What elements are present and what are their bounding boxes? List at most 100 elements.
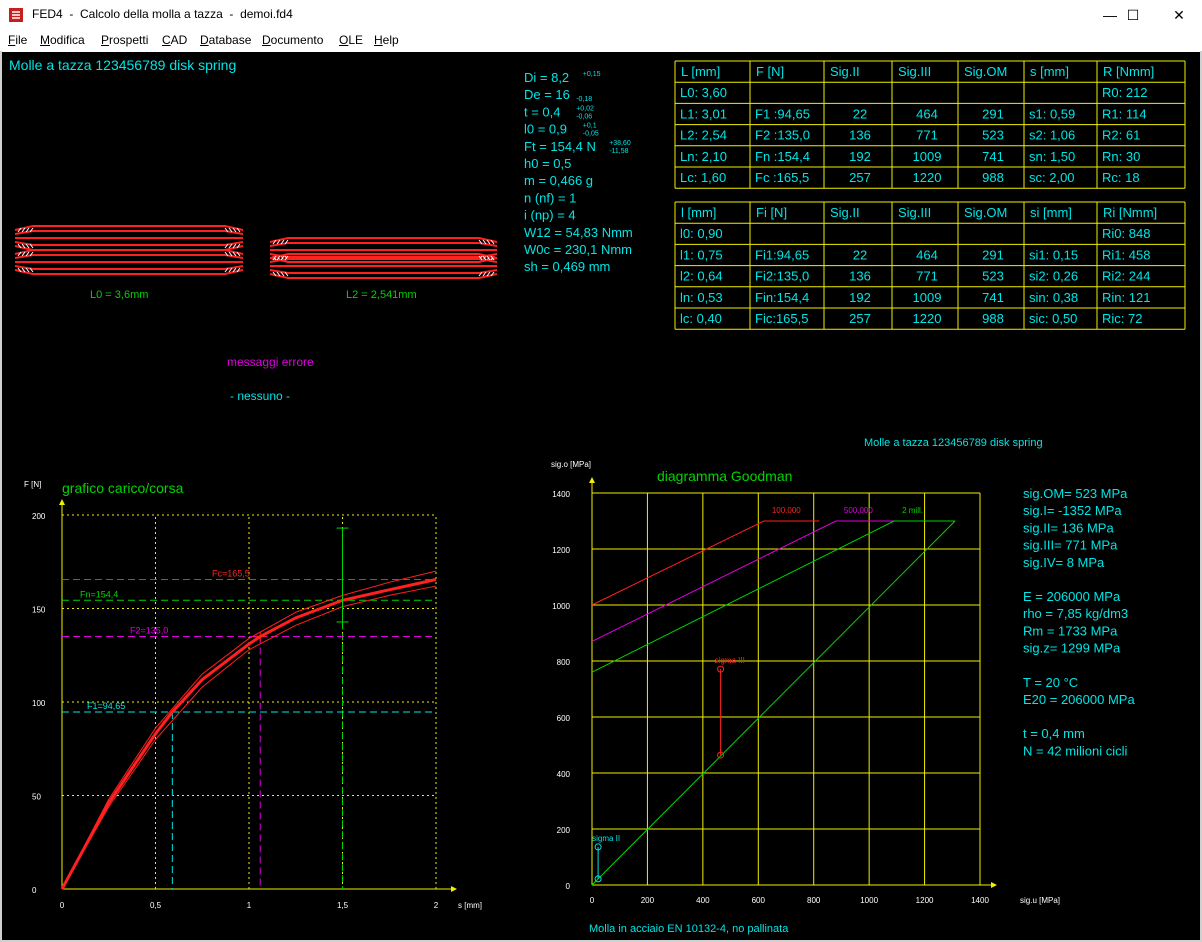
chart2-ytick-7: 1400 bbox=[552, 490, 570, 499]
table1-cell-3-4: 741 bbox=[982, 149, 1004, 164]
table1-cell-4-3: 1220 bbox=[913, 170, 942, 185]
table2-cell-2-0: l2: 0,64 bbox=[680, 269, 723, 284]
chart1-xtick-4: 2 bbox=[434, 901, 439, 910]
stack-l0-disk-0-edge-2 bbox=[14, 241, 244, 246]
table2-header-1: Fi [N] bbox=[756, 205, 787, 220]
stack-label-l0: L0 = 3,6mm bbox=[90, 289, 148, 301]
table2-cell-4-1: Fic:165,5 bbox=[755, 311, 808, 326]
chart1-xtick-3: 1,5 bbox=[337, 901, 349, 910]
menu-cad[interactable]: CAD bbox=[162, 33, 187, 47]
chart1-ytick-3: 150 bbox=[32, 606, 46, 615]
chart2-xtick-5: 1000 bbox=[860, 896, 878, 905]
side-info-2-1: E20 = 206000 MPa bbox=[1023, 692, 1135, 707]
table2-cell-2-5: si2: 0,26 bbox=[1029, 269, 1078, 284]
param-11: sh = 0,469 mm bbox=[524, 259, 610, 274]
table1-cell-4-6: Rc: 18 bbox=[1102, 170, 1140, 185]
table2-header-0: l [mm] bbox=[681, 205, 716, 220]
chart2-series-0 bbox=[591, 520, 820, 606]
chart2-series-3 bbox=[591, 520, 956, 886]
table2-cell-3-0: ln: 0,53 bbox=[680, 290, 723, 305]
table2-cell-1-6: Ri1: 458 bbox=[1102, 247, 1150, 262]
table1-cell-1-0: L1: 3,01 bbox=[680, 106, 727, 121]
window-title: FED4 - Calcolo della molla a tazza - dem… bbox=[32, 7, 293, 21]
param-3: l0 = 0,9 bbox=[524, 122, 567, 137]
table1-cell-1-5: s1: 0,59 bbox=[1029, 106, 1075, 121]
param-8: i (np) = 4 bbox=[524, 208, 576, 223]
menu-documento[interactable]: Documento bbox=[262, 33, 323, 47]
param-tol-dn-2: -0,06 bbox=[576, 113, 592, 120]
table2-header-2: Sig.II bbox=[830, 205, 860, 220]
chart2-xtick-2: 400 bbox=[696, 896, 710, 905]
param-2: t = 0,4 bbox=[524, 104, 561, 119]
chart1-ytick-1: 50 bbox=[32, 793, 41, 802]
menu-modifica[interactable]: Modifica bbox=[40, 33, 85, 47]
title-bar: FED4 - Calcolo della molla a tazza - dem… bbox=[0, 0, 1202, 30]
chart1-ylabel: F [N] bbox=[24, 480, 41, 489]
side-info-1-0: E = 206000 MPa bbox=[1023, 589, 1121, 604]
chart2-series-label-2: 2 mill. bbox=[902, 506, 923, 515]
table2-cell-3-2: 192 bbox=[849, 290, 871, 305]
table1-cell-2-6: R2: 61 bbox=[1102, 128, 1140, 143]
stack-l2-disk-0-edge-0 bbox=[269, 237, 498, 243]
table1-cell-2-4: 523 bbox=[982, 128, 1004, 143]
maximize-button[interactable]: ☐ bbox=[1110, 0, 1156, 30]
messages-text: - nessuno - bbox=[230, 389, 290, 403]
table2-cell-1-0: l1: 0,75 bbox=[680, 247, 723, 262]
table2-cell-1-5: si1: 0,15 bbox=[1029, 247, 1078, 262]
chart2-y-arrow bbox=[589, 477, 595, 483]
table1-header-3: Sig.III bbox=[898, 64, 931, 79]
table2-cell-2-2: 136 bbox=[849, 269, 871, 284]
table1-cell-2-5: s2: 1,06 bbox=[1029, 128, 1075, 143]
table1-cell-4-4: 988 bbox=[982, 170, 1004, 185]
menu-help[interactable]: Help bbox=[374, 33, 399, 47]
chart2-series-2 bbox=[591, 520, 956, 673]
table2-cell-4-2: 257 bbox=[849, 311, 871, 326]
side-info-3-1: N = 42 milioni cicli bbox=[1023, 743, 1128, 758]
table2-header-5: si [mm] bbox=[1030, 205, 1072, 220]
chart2-xtick-6: 1200 bbox=[916, 896, 934, 905]
param-1: De = 16 bbox=[524, 87, 570, 102]
table1-cell-3-1: Fn :154,4 bbox=[755, 149, 810, 164]
table1-cell-1-2: 22 bbox=[853, 106, 867, 121]
param-tol-up-3: +0,1 bbox=[583, 123, 597, 130]
chart2-xtick-3: 600 bbox=[752, 896, 766, 905]
chart2-xtick-0: 0 bbox=[590, 896, 595, 905]
chart2-title: diagramma Goodman bbox=[657, 468, 792, 484]
param-9: W12 = 54,83 Nmm bbox=[524, 225, 633, 240]
menu-database[interactable]: Database bbox=[200, 33, 251, 47]
table1-cell-4-1: Fc :165,5 bbox=[755, 170, 809, 185]
menu-file[interactable]: File bbox=[8, 33, 27, 47]
stack-l0-disk-0-edge-0 bbox=[14, 225, 244, 231]
chart2-x-arrow bbox=[991, 882, 997, 888]
table1-cell-3-3: 1009 bbox=[913, 149, 942, 164]
side-info-0-1: sig.I= -1352 MPa bbox=[1023, 503, 1122, 518]
table2-header-4: Sig.OM bbox=[964, 205, 1007, 220]
table2-cell-1-2: 22 bbox=[853, 247, 867, 262]
side-info-1-3: sig.z= 1299 MPa bbox=[1023, 641, 1121, 656]
close-button[interactable]: ✕ bbox=[1156, 0, 1202, 30]
chart2-ytick-0: 0 bbox=[566, 882, 571, 891]
menu-prospetti[interactable]: Prospetti bbox=[101, 33, 148, 47]
menu-ole[interactable]: OLE bbox=[339, 33, 363, 47]
side-info-0-2: sig.II= 136 MPa bbox=[1023, 520, 1114, 535]
table1-header-4: Sig.OM bbox=[964, 64, 1007, 79]
chart1-ytick-4: 200 bbox=[32, 512, 46, 521]
chart1-xlabel: s [mm] bbox=[458, 901, 482, 910]
table2-cell-3-5: sin: 0,38 bbox=[1029, 290, 1078, 305]
table1-header-5: s [mm] bbox=[1030, 64, 1069, 79]
param-tol-dn-3: -0,05 bbox=[583, 131, 599, 138]
table1-cell-2-1: F2 :135,0 bbox=[755, 128, 810, 143]
chart2-series-1 bbox=[591, 520, 895, 642]
table1-cell-0-6: R0: 212 bbox=[1102, 85, 1148, 100]
menu-bar: File Modifica Prospetti CAD Database Doc… bbox=[0, 30, 1202, 51]
chart2-ytick-6: 1200 bbox=[552, 546, 570, 555]
table1-header-2: Sig.II bbox=[830, 64, 860, 79]
stack-l0-disk-1-edge-2 bbox=[14, 265, 244, 270]
param-6: m = 0,466 g bbox=[524, 173, 593, 188]
stack-l2-disk-1-edge-3 bbox=[269, 273, 498, 279]
table2-cell-2-1: Fi2:135,0 bbox=[755, 269, 809, 284]
table2-header-6: Ri [Nmm] bbox=[1103, 205, 1157, 220]
stack-l0-disk-1-edge-3 bbox=[14, 269, 244, 275]
drawing-canvas: Molle a tazza 123456789 disk spring Di = … bbox=[2, 52, 1200, 940]
side-info-0-0: sig.OM= 523 MPa bbox=[1023, 486, 1128, 501]
